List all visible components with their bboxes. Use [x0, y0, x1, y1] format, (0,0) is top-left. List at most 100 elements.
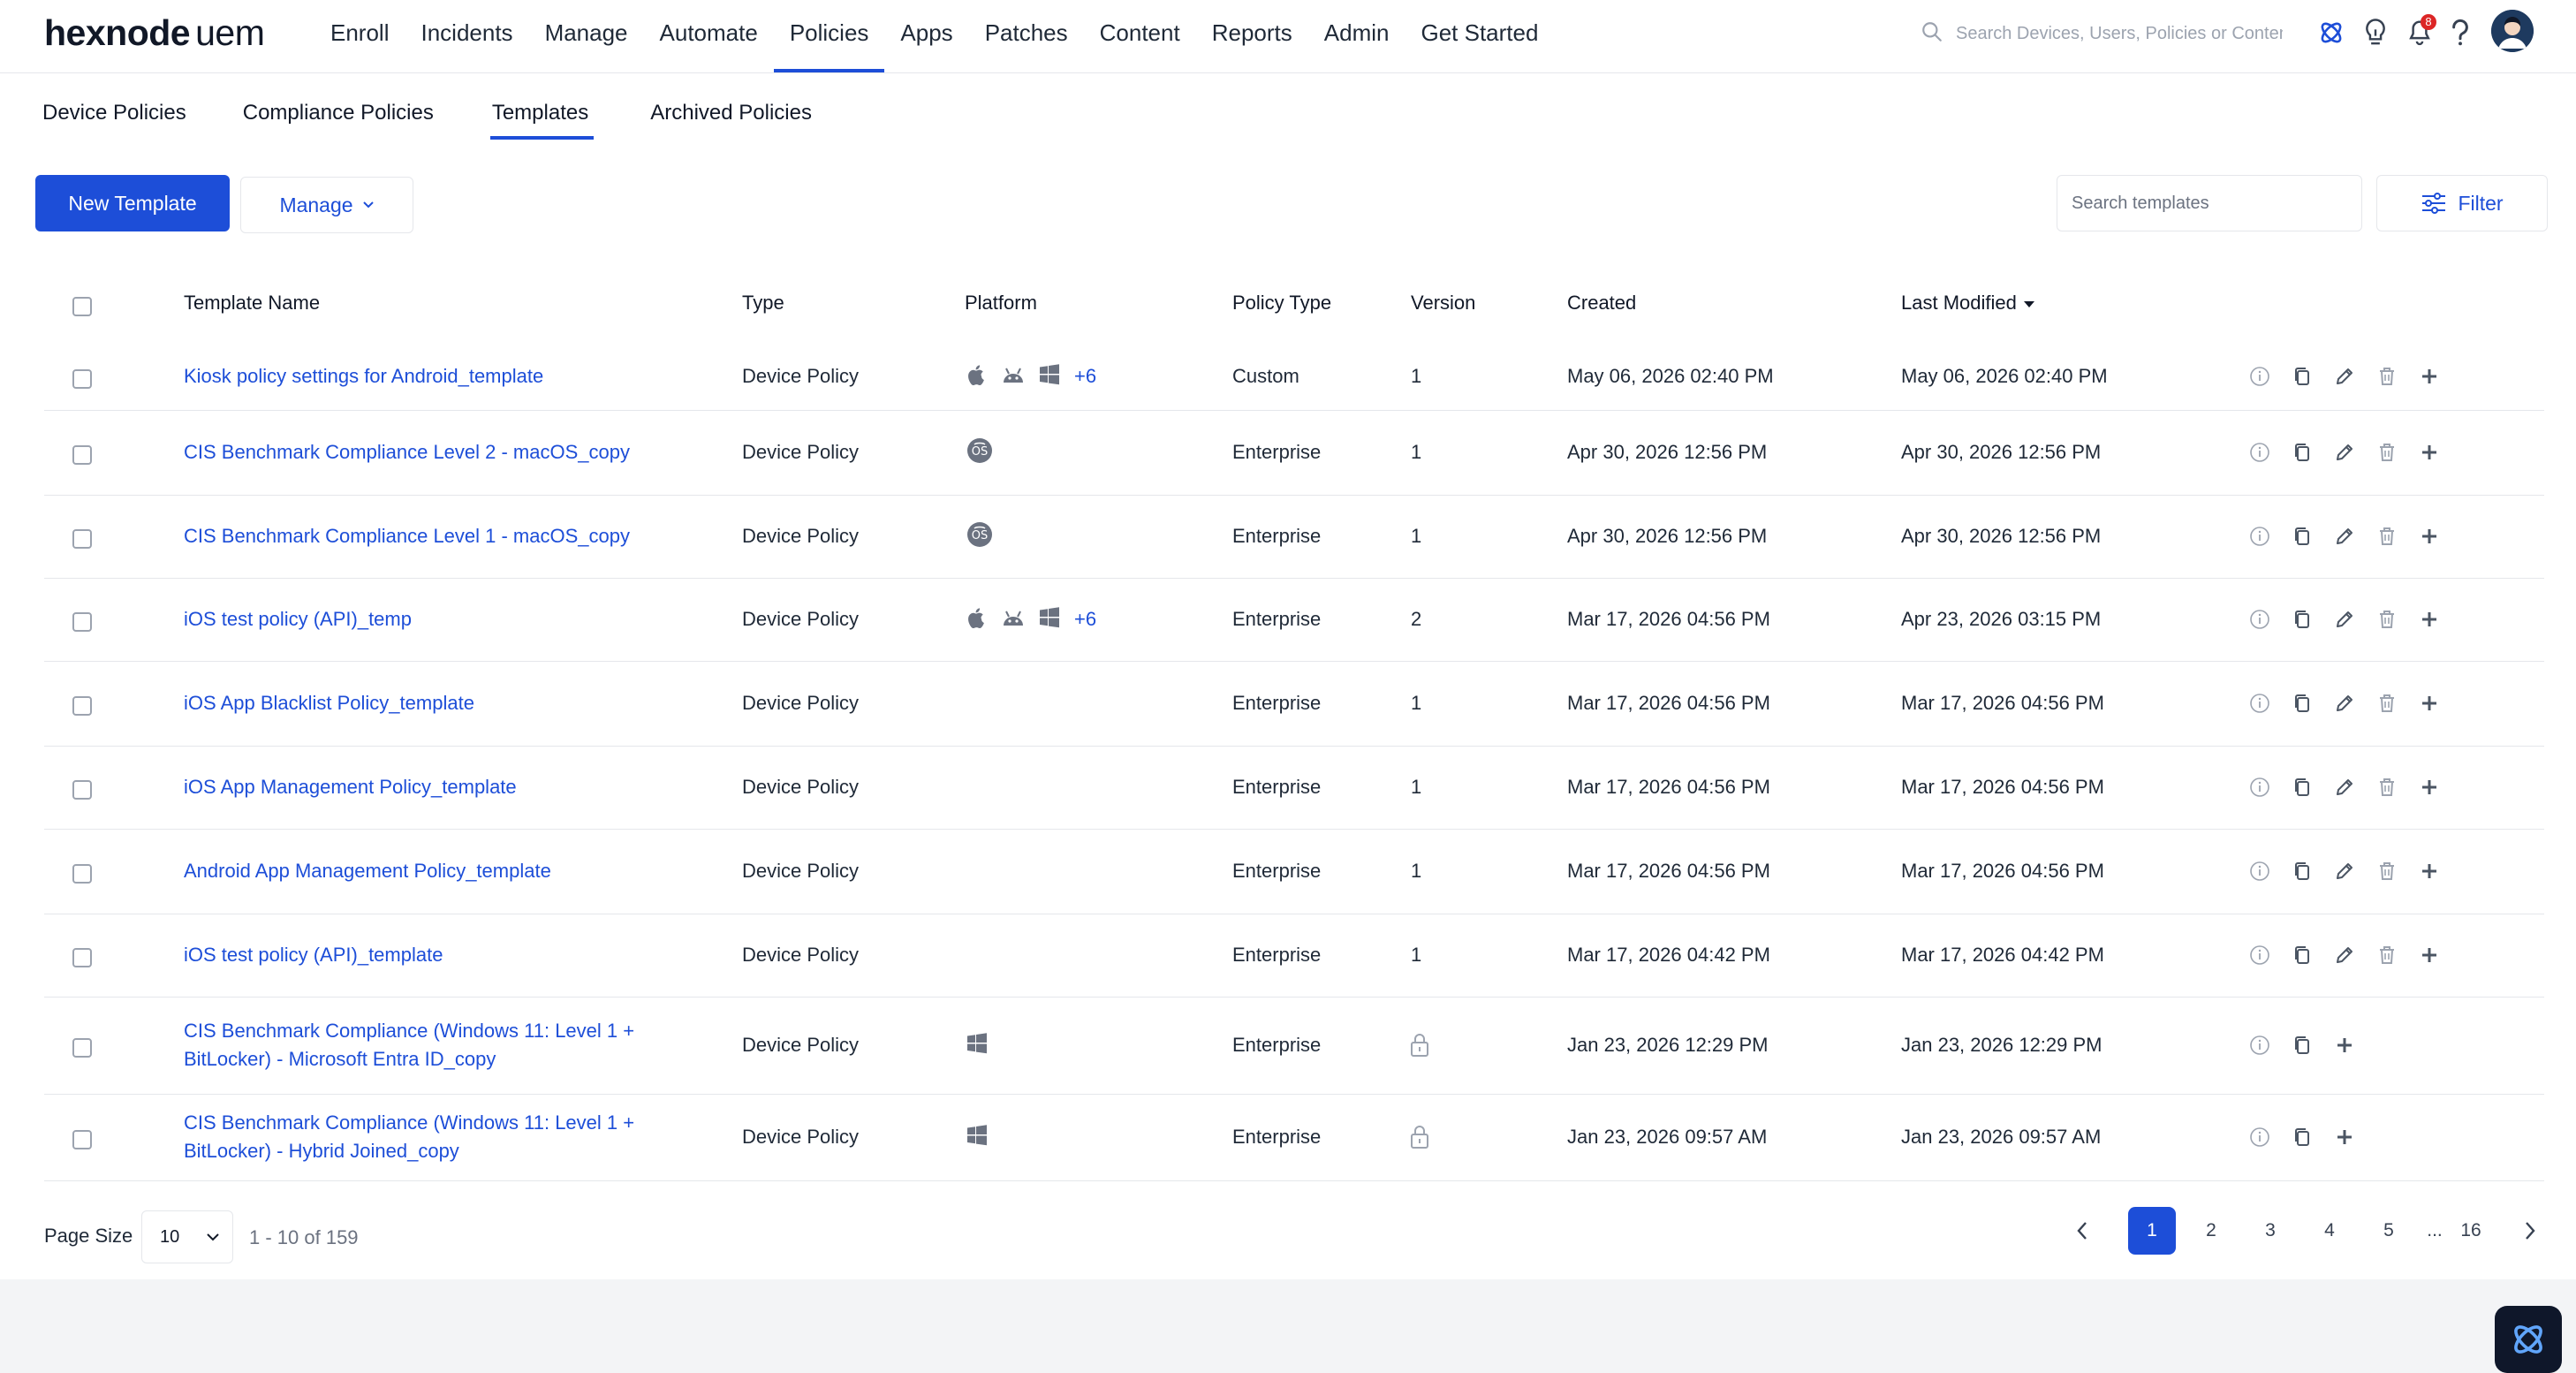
- nav-item-get-started[interactable]: Get Started: [1405, 0, 1554, 72]
- template-name-link[interactable]: CIS Benchmark Compliance (Windows 11: Le…: [184, 1109, 678, 1165]
- page-2[interactable]: 2: [2187, 1207, 2235, 1255]
- page-3[interactable]: 3: [2246, 1207, 2294, 1255]
- nav-item-manage[interactable]: Manage: [529, 0, 644, 72]
- column-header-policy-type[interactable]: Policy Type: [1232, 292, 1331, 315]
- template-name-link[interactable]: iOS App Blacklist Policy_template: [184, 689, 731, 717]
- nav-item-admin[interactable]: Admin: [1308, 0, 1405, 72]
- nav-item-automate[interactable]: Automate: [644, 0, 774, 72]
- nav-item-content[interactable]: Content: [1084, 0, 1196, 72]
- duplicate-icon[interactable]: [2290, 524, 2315, 549]
- delete-trash-icon[interactable]: [2375, 691, 2399, 716]
- delete-trash-icon[interactable]: [2375, 524, 2399, 549]
- add-plus-icon[interactable]: [2332, 1125, 2357, 1149]
- duplicate-icon[interactable]: [2290, 1125, 2315, 1149]
- new-template-button[interactable]: New Template: [35, 175, 230, 231]
- delete-trash-icon[interactable]: [2375, 440, 2399, 465]
- info-icon[interactable]: [2247, 775, 2272, 800]
- row-checkbox[interactable]: [72, 948, 92, 967]
- row-checkbox[interactable]: [72, 1038, 92, 1058]
- column-header-created[interactable]: Created: [1567, 292, 1636, 315]
- global-search[interactable]: [1917, 16, 2288, 51]
- info-icon[interactable]: [2247, 1033, 2272, 1058]
- edit-pencil-icon[interactable]: [2332, 859, 2357, 884]
- edit-pencil-icon[interactable]: [2332, 607, 2357, 632]
- column-header-last-modified[interactable]: Last Modified: [1901, 292, 2034, 315]
- lightbulb-icon[interactable]: [2357, 14, 2394, 51]
- duplicate-icon[interactable]: [2290, 607, 2315, 632]
- edit-pencil-icon[interactable]: [2332, 775, 2357, 800]
- info-icon[interactable]: [2247, 524, 2272, 549]
- info-icon[interactable]: [2247, 691, 2272, 716]
- template-name-link[interactable]: iOS App Management Policy_template: [184, 773, 731, 801]
- select-all-checkbox[interactable]: [72, 297, 92, 316]
- tab-templates[interactable]: Templates: [489, 99, 595, 140]
- page-16[interactable]: 16: [2447, 1207, 2495, 1255]
- hexnode-apps-icon[interactable]: [2313, 14, 2350, 51]
- info-icon[interactable]: [2247, 859, 2272, 884]
- nav-item-apps[interactable]: Apps: [884, 0, 968, 72]
- delete-trash-icon[interactable]: [2375, 607, 2399, 632]
- column-header-version[interactable]: Version: [1411, 292, 1475, 315]
- duplicate-icon[interactable]: [2290, 775, 2315, 800]
- page-5[interactable]: 5: [2365, 1207, 2413, 1255]
- column-header-template-name[interactable]: Template Name: [184, 292, 320, 315]
- edit-pencil-icon[interactable]: [2332, 440, 2357, 465]
- row-checkbox[interactable]: [72, 612, 92, 632]
- template-name-link[interactable]: Android App Management Policy_template: [184, 857, 731, 885]
- delete-trash-icon[interactable]: [2375, 775, 2399, 800]
- edit-pencil-icon[interactable]: [2332, 691, 2357, 716]
- add-plus-icon[interactable]: [2417, 524, 2442, 549]
- add-plus-icon[interactable]: [2417, 775, 2442, 800]
- delete-trash-icon[interactable]: [2375, 943, 2399, 967]
- row-checkbox[interactable]: [72, 369, 92, 389]
- duplicate-icon[interactable]: [2290, 364, 2315, 389]
- duplicate-icon[interactable]: [2290, 859, 2315, 884]
- page-size-select[interactable]: 10: [141, 1210, 233, 1263]
- user-avatar[interactable]: [2491, 10, 2534, 52]
- info-icon[interactable]: [2247, 1125, 2272, 1149]
- edit-pencil-icon[interactable]: [2332, 364, 2357, 389]
- tab-device-policies[interactable]: Device Policies: [42, 99, 186, 140]
- row-checkbox[interactable]: [72, 864, 92, 884]
- template-name-link[interactable]: iOS test policy (API)_temp: [184, 605, 731, 633]
- add-plus-icon[interactable]: [2417, 691, 2442, 716]
- delete-trash-icon[interactable]: [2375, 364, 2399, 389]
- template-name-link[interactable]: CIS Benchmark Compliance Level 1 - macOS…: [184, 522, 731, 550]
- row-checkbox[interactable]: [72, 1130, 92, 1149]
- add-plus-icon[interactable]: [2417, 607, 2442, 632]
- hexnode-logo[interactable]: hexnode uem: [44, 11, 265, 55]
- add-plus-icon[interactable]: [2417, 440, 2442, 465]
- duplicate-icon[interactable]: [2290, 691, 2315, 716]
- template-name-link[interactable]: CIS Benchmark Compliance (Windows 11: Le…: [184, 1017, 678, 1073]
- duplicate-icon[interactable]: [2290, 1033, 2315, 1058]
- help-icon[interactable]: [2442, 14, 2479, 51]
- edit-pencil-icon[interactable]: [2332, 943, 2357, 967]
- add-plus-icon[interactable]: [2417, 364, 2442, 389]
- template-name-link[interactable]: CIS Benchmark Compliance Level 2 - macOS…: [184, 438, 731, 467]
- info-icon[interactable]: [2247, 364, 2272, 389]
- edit-pencil-icon[interactable]: [2332, 524, 2357, 549]
- nav-item-policies[interactable]: Policies: [773, 0, 885, 72]
- template-name-link[interactable]: iOS test policy (API)_template: [184, 941, 731, 969]
- nav-item-incidents[interactable]: Incidents: [405, 0, 528, 72]
- page-1[interactable]: 1: [2128, 1207, 2176, 1255]
- more-platforms-link[interactable]: +6: [1074, 365, 1096, 388]
- add-plus-icon[interactable]: [2332, 1033, 2357, 1058]
- notification-bell-icon[interactable]: 8: [2401, 14, 2438, 51]
- add-plus-icon[interactable]: [2417, 943, 2442, 967]
- tab-compliance-policies[interactable]: Compliance Policies: [243, 99, 434, 140]
- column-header-type[interactable]: Type: [742, 292, 784, 315]
- template-search-input[interactable]: [2057, 175, 2362, 231]
- row-checkbox[interactable]: [72, 780, 92, 800]
- nav-item-reports[interactable]: Reports: [1196, 0, 1308, 72]
- hexnode-assistant-widget[interactable]: [2495, 1306, 2562, 1373]
- add-plus-icon[interactable]: [2417, 859, 2442, 884]
- page-4[interactable]: 4: [2306, 1207, 2353, 1255]
- nav-item-patches[interactable]: Patches: [969, 0, 1084, 72]
- filter-button[interactable]: Filter: [2376, 175, 2548, 231]
- template-name-link[interactable]: Kiosk policy settings for Android_templa…: [184, 362, 731, 391]
- tab-archived-policies[interactable]: Archived Policies: [650, 99, 812, 140]
- row-checkbox[interactable]: [72, 445, 92, 465]
- column-header-platform[interactable]: Platform: [965, 292, 1037, 315]
- nav-item-enroll[interactable]: Enroll: [314, 0, 405, 72]
